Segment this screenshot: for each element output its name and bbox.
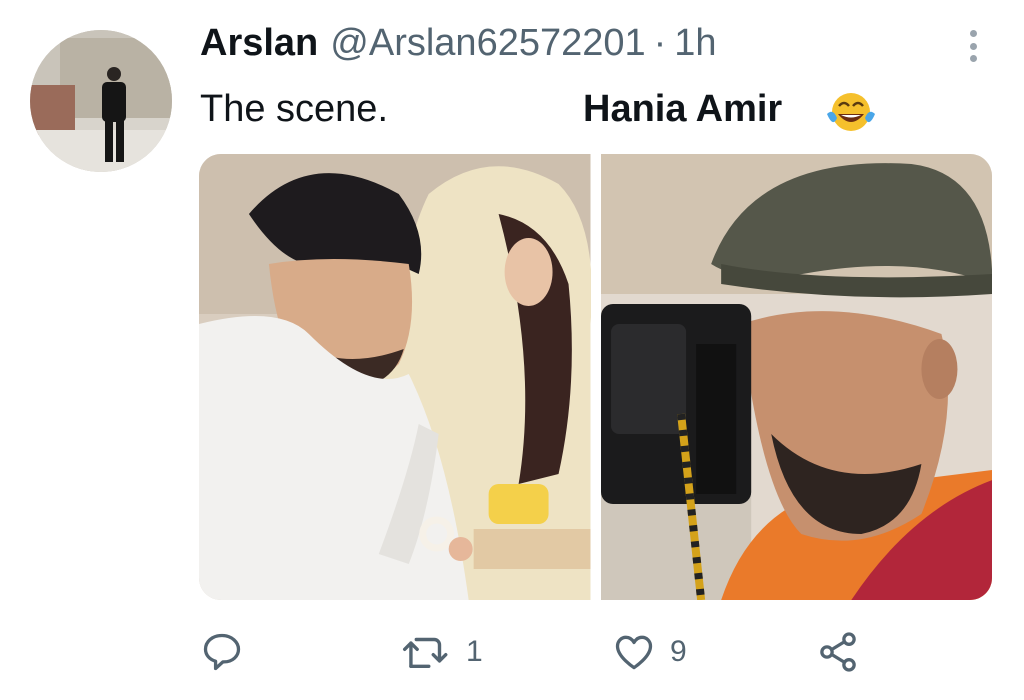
tears-of-joy-emoji-icon (827, 93, 875, 131)
photo-left[interactable] (199, 154, 591, 600)
tweet-text: The scene. Hania Amir (200, 86, 980, 132)
like-button[interactable]: 9 (612, 624, 687, 680)
separator-dot: · (653, 22, 667, 64)
retweet-count: 1 (466, 635, 483, 668)
share-icon (820, 632, 856, 672)
tweet-media (199, 154, 992, 600)
timestamp[interactable]: 1h (674, 22, 716, 65)
user-handle[interactable]: @Arslan62572201 (330, 22, 645, 65)
tweet-card: Arslan @Arslan62572201 · 1h The scene. Ha… (0, 0, 1024, 700)
reply-icon (203, 633, 241, 671)
display-name[interactable]: Arslan (200, 22, 318, 65)
tweet-actions: 1 9 (200, 624, 880, 680)
like-count: 9 (670, 635, 687, 668)
share-button[interactable] (816, 624, 860, 680)
retweet-button[interactable]: 1 (402, 624, 483, 680)
photographer-photo (600, 154, 992, 600)
tweet-text-part2: Hania Amir (583, 88, 783, 130)
reply-button[interactable] (200, 624, 244, 680)
couple-photo (199, 154, 591, 600)
tweet-header: Arslan @Arslan62572201 · 1h (200, 22, 717, 72)
retweet-icon (402, 637, 448, 668)
heart-icon (615, 635, 653, 670)
photo-right[interactable] (600, 154, 992, 600)
avatar-image (30, 30, 172, 172)
more-options-icon[interactable] (958, 26, 988, 66)
tweet-text-part1: The scene. (200, 88, 388, 130)
avatar[interactable] (30, 30, 172, 172)
